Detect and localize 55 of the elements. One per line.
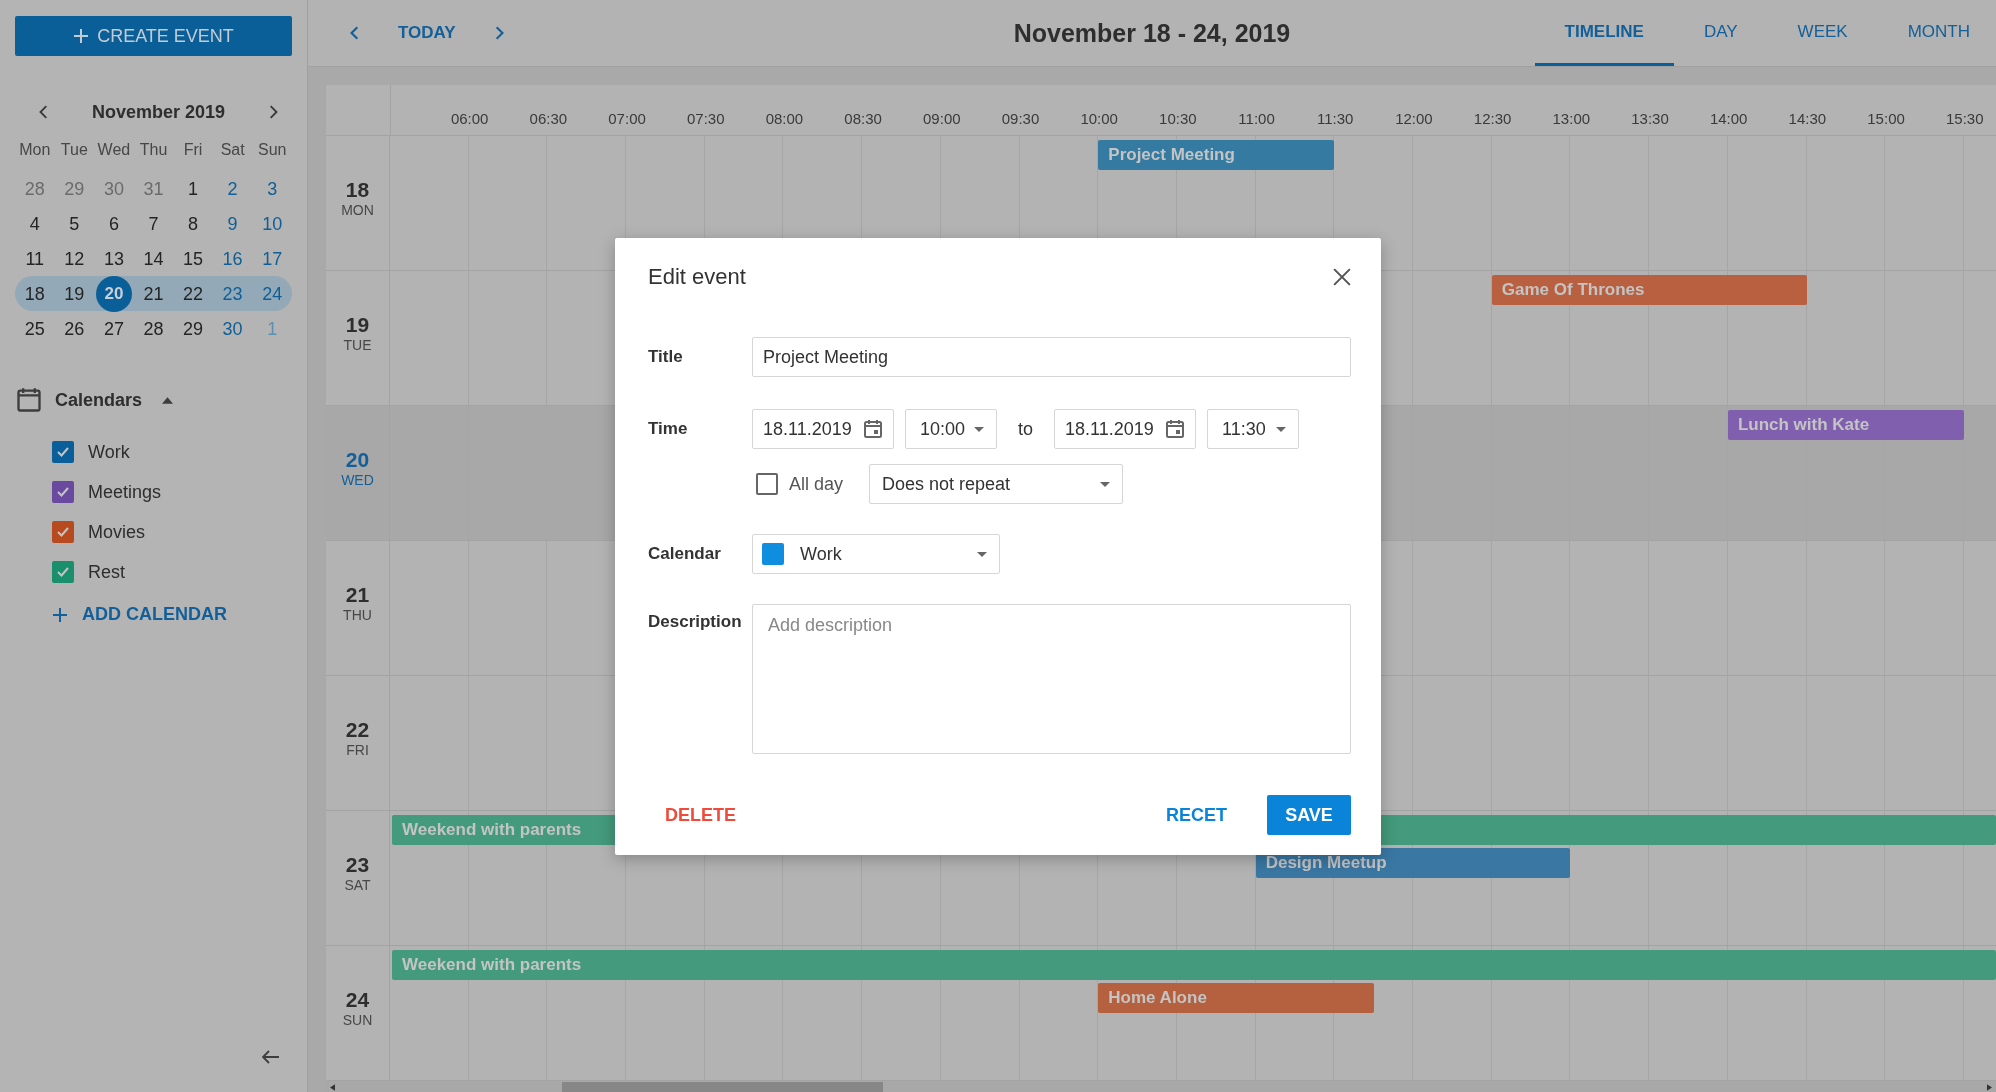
- time-label: 08:00: [764, 110, 805, 127]
- time-label: 09:00: [922, 110, 962, 127]
- time-label: 11:30: [1316, 110, 1355, 127]
- day-number: 24: [345, 988, 370, 1012]
- calendars-title: Calendars: [55, 389, 143, 411]
- field-label: Description: [648, 611, 743, 632]
- time-label: 11:00: [1237, 110, 1276, 127]
- time-label: 13:00: [1551, 110, 1592, 127]
- weekday-label: Sun: [256, 140, 288, 159]
- time-label: 10:30: [1158, 110, 1198, 127]
- time-label: 14:30: [1787, 110, 1828, 127]
- weekday-label: Thu: [138, 140, 169, 159]
- weekday-label: MON: [341, 202, 374, 218]
- calendar-name: Meetings: [88, 481, 162, 503]
- day-number: 23: [345, 853, 370, 877]
- to-label: to: [1018, 418, 1033, 440]
- day-number: 20: [345, 448, 370, 472]
- weekday-label: TUE: [343, 337, 372, 353]
- time-label: 06:30: [528, 110, 569, 127]
- calendar-name: Work: [88, 441, 130, 463]
- day-number: 19: [345, 313, 370, 337]
- all-day-label: All day: [789, 473, 844, 495]
- time-label: 10:00: [1079, 110, 1119, 127]
- time-label: 09:30: [1000, 110, 1041, 127]
- time-label: 12:30: [1472, 110, 1513, 127]
- time-label: 07:00: [607, 110, 647, 127]
- field-label: Time: [648, 419, 689, 439]
- weekday-label: Sat: [219, 140, 246, 159]
- weekday-label: Mon: [18, 140, 52, 159]
- time-label: 15:30: [1944, 110, 1985, 127]
- calendar-name: Rest: [88, 561, 125, 583]
- day-number: 18: [345, 178, 370, 202]
- time-label: 08:30: [843, 110, 883, 127]
- field-label: Title: [648, 347, 684, 367]
- month-title: November 2019: [91, 101, 226, 123]
- dialog-title: Edit event: [648, 264, 746, 290]
- time-label: 14:00: [1708, 110, 1749, 127]
- time-label: 15:00: [1866, 110, 1906, 127]
- weekday-label: WED: [341, 472, 374, 488]
- weekday-label: Tue: [59, 140, 89, 159]
- time-label: 07:30: [685, 110, 726, 127]
- date-range-title: November 18 - 24, 2019: [1013, 18, 1291, 48]
- time-label: 12:00: [1394, 110, 1434, 127]
- field-label: Calendar: [648, 544, 722, 564]
- weekday-label: SAT: [344, 877, 371, 893]
- time-label: 06:00: [449, 110, 490, 127]
- weekday-label: FRI: [346, 742, 369, 758]
- weekday-label: THU: [343, 607, 372, 623]
- day-number: 21: [345, 583, 370, 607]
- weekday-label: SUN: [342, 1012, 373, 1028]
- weekday-label: Fri: [182, 140, 204, 159]
- weekday-label: Wed: [96, 140, 132, 159]
- time-label: 13:30: [1630, 110, 1670, 127]
- day-number: 22: [345, 718, 370, 742]
- calendar-name: Movies: [88, 521, 145, 543]
